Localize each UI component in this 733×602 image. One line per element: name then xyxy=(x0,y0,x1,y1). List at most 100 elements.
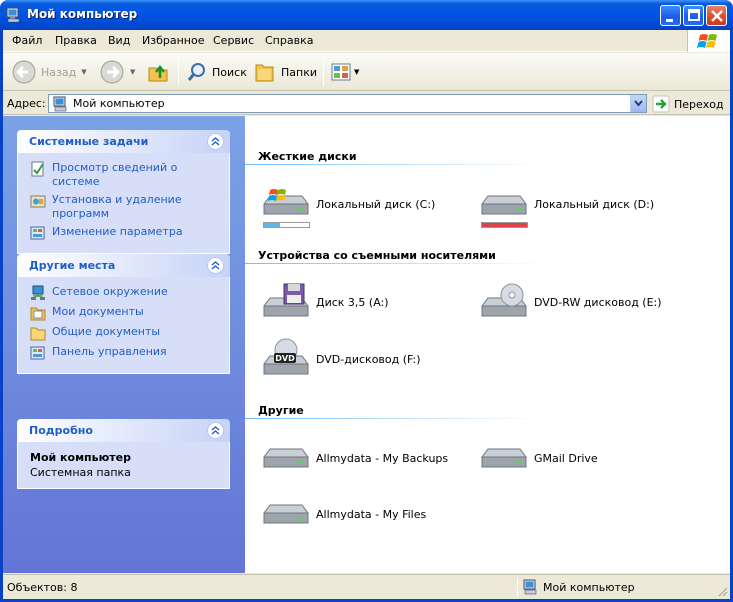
back-dropdown-icon[interactable]: ▼ xyxy=(81,68,86,76)
standard-toolbar: Назад ▼ ▼ Поиск Папки ▼ xyxy=(3,53,730,91)
address-value: Мой компьютер xyxy=(73,97,165,110)
menu-favorites[interactable]: Избранное xyxy=(142,34,204,47)
other-places-body: Сетевое окружение Мои документы Общие до… xyxy=(17,277,230,374)
drive-a[interactable]: Диск 3,5 (A:) xyxy=(260,282,389,322)
my-computer-icon xyxy=(53,96,67,112)
minimize-button[interactable] xyxy=(660,5,681,26)
close-icon xyxy=(711,10,723,22)
status-location-label: Мой компьютер xyxy=(543,580,635,594)
network-drive-icon xyxy=(263,504,309,524)
explorer-window: Мой компьютер Файл Правка Вид Избранное … xyxy=(0,0,733,602)
status-bar: Объектов: 8 Мой компьютер xyxy=(3,574,730,599)
system-tasks-header[interactable]: Системные задачи xyxy=(17,130,230,153)
go-button[interactable]: Переход xyxy=(652,95,724,113)
status-divider xyxy=(517,578,518,597)
go-label: Переход xyxy=(674,97,724,111)
network-drive-icon xyxy=(481,448,527,468)
drive-e-label: DVD-RW дисковод (E:) xyxy=(534,295,662,309)
menu-bar: Файл Правка Вид Избранное Сервис Справка xyxy=(3,30,730,52)
forward-dropdown-icon[interactable]: ▼ xyxy=(130,68,135,76)
search-label: Поиск xyxy=(212,65,247,79)
drive-e[interactable]: DVD-RW дисковод (E:) xyxy=(478,282,662,322)
details-name: Мой компьютер xyxy=(30,451,132,464)
drive-c-capacity-bar xyxy=(263,222,310,228)
hard-drive-windows-icon xyxy=(263,189,309,215)
my-documents-icon xyxy=(30,307,46,321)
maximize-icon xyxy=(688,9,700,21)
place-my-documents[interactable]: Мои документы xyxy=(30,305,219,321)
menu-view[interactable]: Вид xyxy=(108,34,130,47)
details-title: Подробно xyxy=(29,424,93,437)
views-button[interactable]: ▼ xyxy=(330,57,359,87)
menu-tools[interactable]: Сервис xyxy=(213,34,254,47)
drive-allmydata-files[interactable]: Allmydata - My Files xyxy=(260,499,426,529)
address-bar: Адрес: Мой компьютер Переход xyxy=(3,92,730,115)
details-header[interactable]: Подробно xyxy=(17,419,230,442)
maximize-button[interactable] xyxy=(683,5,704,26)
menu-edit[interactable]: Правка xyxy=(55,34,97,47)
address-field[interactable]: Мой компьютер xyxy=(48,94,647,113)
menu-file[interactable]: Файл xyxy=(12,34,42,47)
resize-grip-icon[interactable] xyxy=(716,585,728,597)
group-title-other: Другие xyxy=(258,404,304,417)
back-button[interactable]: Назад ▼ xyxy=(11,57,87,87)
place-network[interactable]: Сетевое окружение xyxy=(30,285,219,301)
network-places-icon xyxy=(31,285,45,300)
collapse-button[interactable] xyxy=(207,133,224,150)
other-places-header[interactable]: Другие места xyxy=(17,254,230,277)
drive-gmail[interactable]: GMail Drive xyxy=(478,443,598,473)
collapse-button[interactable] xyxy=(207,257,224,274)
svg-text:DVD: DVD xyxy=(275,354,295,363)
place-my-documents-label: Мои документы xyxy=(52,305,144,318)
place-control-panel[interactable]: Панель управления xyxy=(30,345,219,361)
title-bar[interactable]: Мой компьютер xyxy=(0,0,733,30)
drive-d[interactable]: Локальный диск (D:) xyxy=(478,188,654,220)
network-drive-icon xyxy=(263,448,309,468)
menu-help[interactable]: Справка xyxy=(265,34,313,47)
place-network-label: Сетевое окружение xyxy=(52,285,168,298)
group-divider xyxy=(245,418,545,419)
go-arrow-icon xyxy=(652,95,670,113)
system-tasks-panel: Системные задачи Просмотр сведений о сис xyxy=(17,130,230,254)
forward-button[interactable]: ▼ xyxy=(99,57,135,87)
chevron-up-icon xyxy=(211,137,220,146)
minimize-icon xyxy=(666,19,673,22)
task-add-remove-programs-label: Установка и удаление программ xyxy=(52,193,182,220)
drive-gmail-label: GMail Drive xyxy=(534,451,598,465)
dvd-drive-icon: DVD xyxy=(263,338,309,375)
views-icon xyxy=(331,63,351,81)
task-view-system-info-label: Просмотр сведений о системе xyxy=(52,161,178,188)
details-panel: Подробно Мой компьютер Системная папка xyxy=(17,419,230,489)
collapse-button[interactable] xyxy=(207,422,224,439)
folders-button[interactable]: Папки xyxy=(253,57,317,87)
control-panel-icon xyxy=(30,346,45,360)
close-button[interactable] xyxy=(706,5,727,26)
place-shared-documents-label: Общие документы xyxy=(52,325,161,338)
drive-c[interactable]: Локальный диск (C:) xyxy=(260,188,435,220)
group-title-hard-disks: Жесткие диски xyxy=(258,150,357,163)
drive-f[interactable]: DVD DVD-дисковод (F:) xyxy=(260,338,421,380)
task-change-setting[interactable]: Изменение параметра xyxy=(30,225,219,241)
search-button[interactable]: Поиск xyxy=(186,57,247,87)
system-tasks-title: Системные задачи xyxy=(29,135,149,148)
views-dropdown-icon[interactable]: ▼ xyxy=(354,68,359,76)
address-dropdown-button[interactable] xyxy=(630,95,646,112)
toolbar-separator xyxy=(178,58,179,86)
task-view-system-info[interactable]: Просмотр сведений о системе xyxy=(30,161,219,189)
up-folder-icon xyxy=(148,64,168,82)
task-add-remove-programs[interactable]: Установка и удаление программ xyxy=(30,193,219,221)
search-icon xyxy=(187,63,205,81)
drive-allmydata-backups[interactable]: Allmydata - My Backups xyxy=(260,443,448,473)
details-subtitle: Системная папка xyxy=(30,466,131,479)
floppy-drive-icon xyxy=(263,283,309,317)
task-change-setting-label: Изменение параметра xyxy=(52,225,183,238)
drive-allmydata-files-label: Allmydata - My Files xyxy=(316,507,427,521)
control-panel-icon xyxy=(30,226,45,240)
folders-icon xyxy=(255,64,274,82)
dvd-rw-drive-icon xyxy=(481,283,527,317)
back-label: Назад xyxy=(41,65,77,79)
place-shared-documents[interactable]: Общие документы xyxy=(30,325,219,341)
up-folder-button[interactable] xyxy=(146,57,170,87)
chevron-up-icon xyxy=(211,261,220,270)
drive-a-label: Диск 3,5 (A:) xyxy=(316,295,389,309)
